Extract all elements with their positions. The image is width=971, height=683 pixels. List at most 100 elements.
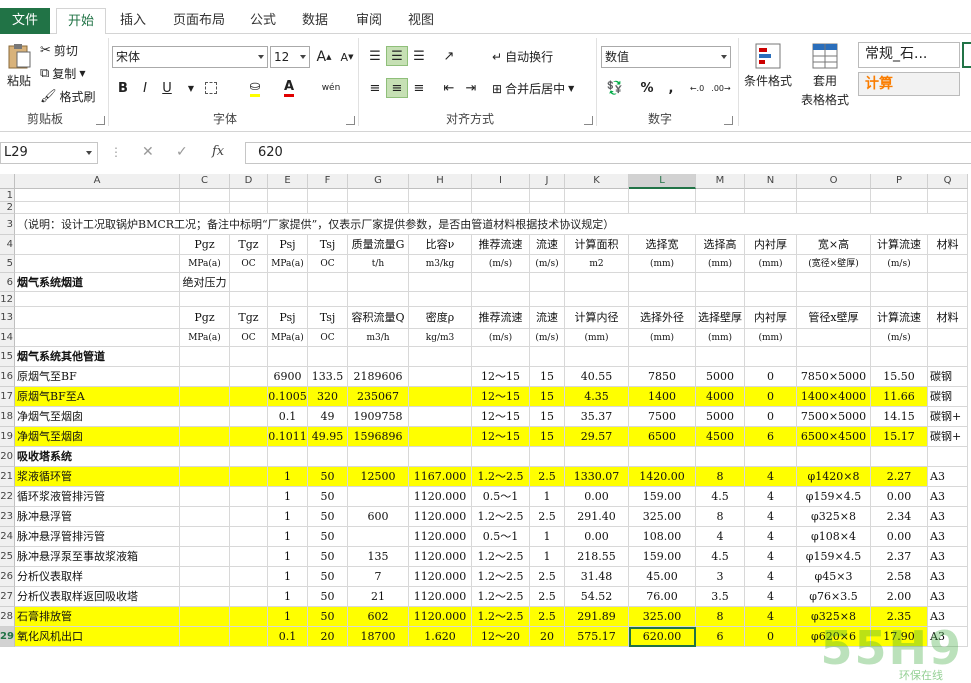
cell-f1[interactable] [308, 189, 348, 202]
row-label[interactable]: 净烟气至烟囱 [15, 427, 180, 447]
tab-formulas[interactable]: 公式 [242, 8, 284, 34]
data-cell-d[interactable] [230, 467, 268, 487]
cell-d6[interactable] [230, 273, 268, 292]
cell-p2[interactable] [871, 202, 928, 214]
data-cell-g[interactable]: 2189606 [348, 367, 409, 387]
data-cell-q[interactable]: A3 [928, 527, 968, 547]
fill-color-button[interactable]: ⛀ [244, 78, 266, 98]
header-i-4[interactable]: 推荐流速 [472, 235, 530, 255]
orientation-button[interactable]: ↗ [438, 46, 460, 66]
cell-h20[interactable] [409, 447, 472, 467]
data-cell-m[interactable]: 8 [696, 607, 745, 627]
data-cell-c[interactable] [180, 567, 230, 587]
currency-button[interactable]: 💱 [604, 78, 626, 98]
data-cell-o[interactable]: φ325×8 [797, 507, 871, 527]
column-header-d[interactable]: D [230, 174, 268, 189]
data-cell-m[interactable]: 4000 [696, 387, 745, 407]
data-cell-h[interactable]: 1120.000 [409, 507, 472, 527]
data-cell-l[interactable]: 6500 [629, 427, 696, 447]
unit-g-14[interactable]: m3/h [348, 329, 409, 347]
data-cell-j[interactable]: 15 [530, 387, 565, 407]
header-a-13[interactable] [15, 307, 180, 329]
cell-m6[interactable] [696, 273, 745, 292]
data-cell-m[interactable]: 8 [696, 507, 745, 527]
data-cell-n[interactable]: 0 [745, 387, 797, 407]
row-header-4[interactable]: 4 [0, 235, 15, 255]
cell-c1[interactable] [180, 189, 230, 202]
data-cell-m[interactable]: 4500 [696, 427, 745, 447]
row-header-25[interactable]: 25 [0, 547, 15, 567]
unit-e-5[interactable]: MPa(a) [268, 255, 308, 273]
cell-i1[interactable] [472, 189, 530, 202]
data-cell-c[interactable] [180, 427, 230, 447]
confirm-icon[interactable]: ✓ [176, 144, 188, 160]
data-cell-n[interactable]: 0 [745, 407, 797, 427]
column-header-f[interactable]: F [308, 174, 348, 189]
unit-l-5[interactable]: (mm) [629, 255, 696, 273]
data-cell-f[interactable]: 50 [308, 587, 348, 607]
data-cell-n[interactable]: 0 [745, 627, 797, 647]
column-header-p[interactable]: P [871, 174, 928, 189]
column-header-l[interactable]: L [629, 174, 696, 189]
name-box[interactable]: L29 [0, 142, 98, 164]
header-g-13[interactable]: 容积流量Q [348, 307, 409, 329]
row-header-20[interactable]: 20 [0, 447, 15, 467]
cut-button[interactable]: ✂ 剪切 [40, 42, 78, 59]
data-cell-c[interactable] [180, 367, 230, 387]
unit-n-14[interactable]: (mm) [745, 329, 797, 347]
data-cell-j[interactable]: 2.5 [530, 507, 565, 527]
data-cell-g[interactable]: 235067 [348, 387, 409, 407]
cell-i2[interactable] [472, 202, 530, 214]
row-header-29[interactable]: 29 [0, 627, 15, 647]
data-cell-j[interactable]: 15 [530, 407, 565, 427]
data-cell-k[interactable]: 1330.07 [565, 467, 629, 487]
data-cell-e[interactable]: 1 [268, 527, 308, 547]
data-cell-i[interactable]: 0.5～1 [472, 527, 530, 547]
cell-style-calc[interactable]: 计算 [858, 72, 960, 96]
data-cell-n[interactable]: 4 [745, 547, 797, 567]
format-as-table-button[interactable]: 套用 表格格式 [796, 42, 854, 108]
data-cell-o[interactable]: φ108×4 [797, 527, 871, 547]
cell-c20[interactable] [180, 447, 230, 467]
number-format-select[interactable]: 数值 [601, 46, 731, 68]
row-header-16[interactable]: 16 [0, 367, 15, 387]
data-cell-l[interactable]: 7850 [629, 367, 696, 387]
data-cell-d[interactable] [230, 387, 268, 407]
data-cell-c[interactable] [180, 627, 230, 647]
data-cell-f[interactable]: 50 [308, 467, 348, 487]
column-header-g[interactable]: G [348, 174, 409, 189]
data-cell-o[interactable]: 6500×4500 [797, 427, 871, 447]
column-header-o[interactable]: O [797, 174, 871, 189]
cell-d15[interactable] [230, 347, 268, 367]
data-cell-l[interactable]: 108.00 [629, 527, 696, 547]
unit-d-5[interactable]: OC [230, 255, 268, 273]
data-cell-l[interactable]: 45.00 [629, 567, 696, 587]
data-cell-g[interactable]: 1909758 [348, 407, 409, 427]
data-cell-p[interactable]: 15.50 [871, 367, 928, 387]
align-bottom-button[interactable]: ☰ [408, 46, 430, 66]
header-h-13[interactable]: 密度ρ [409, 307, 472, 329]
cell-k1[interactable] [565, 189, 629, 202]
data-cell-p[interactable]: 11.66 [871, 387, 928, 407]
header-e-4[interactable]: Psj [268, 235, 308, 255]
font-size-select[interactable]: 12 [270, 46, 310, 68]
unit-k-14[interactable]: (mm) [565, 329, 629, 347]
cell-j20[interactable] [530, 447, 565, 467]
header-f-4[interactable]: Tsj [308, 235, 348, 255]
section-title-absorber[interactable]: 吸收塔系统 [15, 447, 180, 467]
data-cell-h[interactable]: 1120.000 [409, 527, 472, 547]
data-cell-h[interactable]: 1120.000 [409, 567, 472, 587]
column-header-i[interactable]: I [472, 174, 530, 189]
cell-e2[interactable] [268, 202, 308, 214]
data-cell-q[interactable]: 碳钢 [928, 367, 968, 387]
data-cell-k[interactable]: 0.00 [565, 527, 629, 547]
data-cell-g[interactable] [348, 527, 409, 547]
cell-d12[interactable] [230, 292, 268, 307]
data-cell-l[interactable]: 159.00 [629, 487, 696, 507]
tab-data[interactable]: 数据 [294, 8, 336, 34]
data-cell-q[interactable]: A3 [928, 467, 968, 487]
data-cell-i[interactable]: 12～15 [472, 427, 530, 447]
data-cell-k[interactable]: 218.55 [565, 547, 629, 567]
data-cell-d[interactable] [230, 407, 268, 427]
row-header-6[interactable]: 6 [0, 273, 15, 292]
